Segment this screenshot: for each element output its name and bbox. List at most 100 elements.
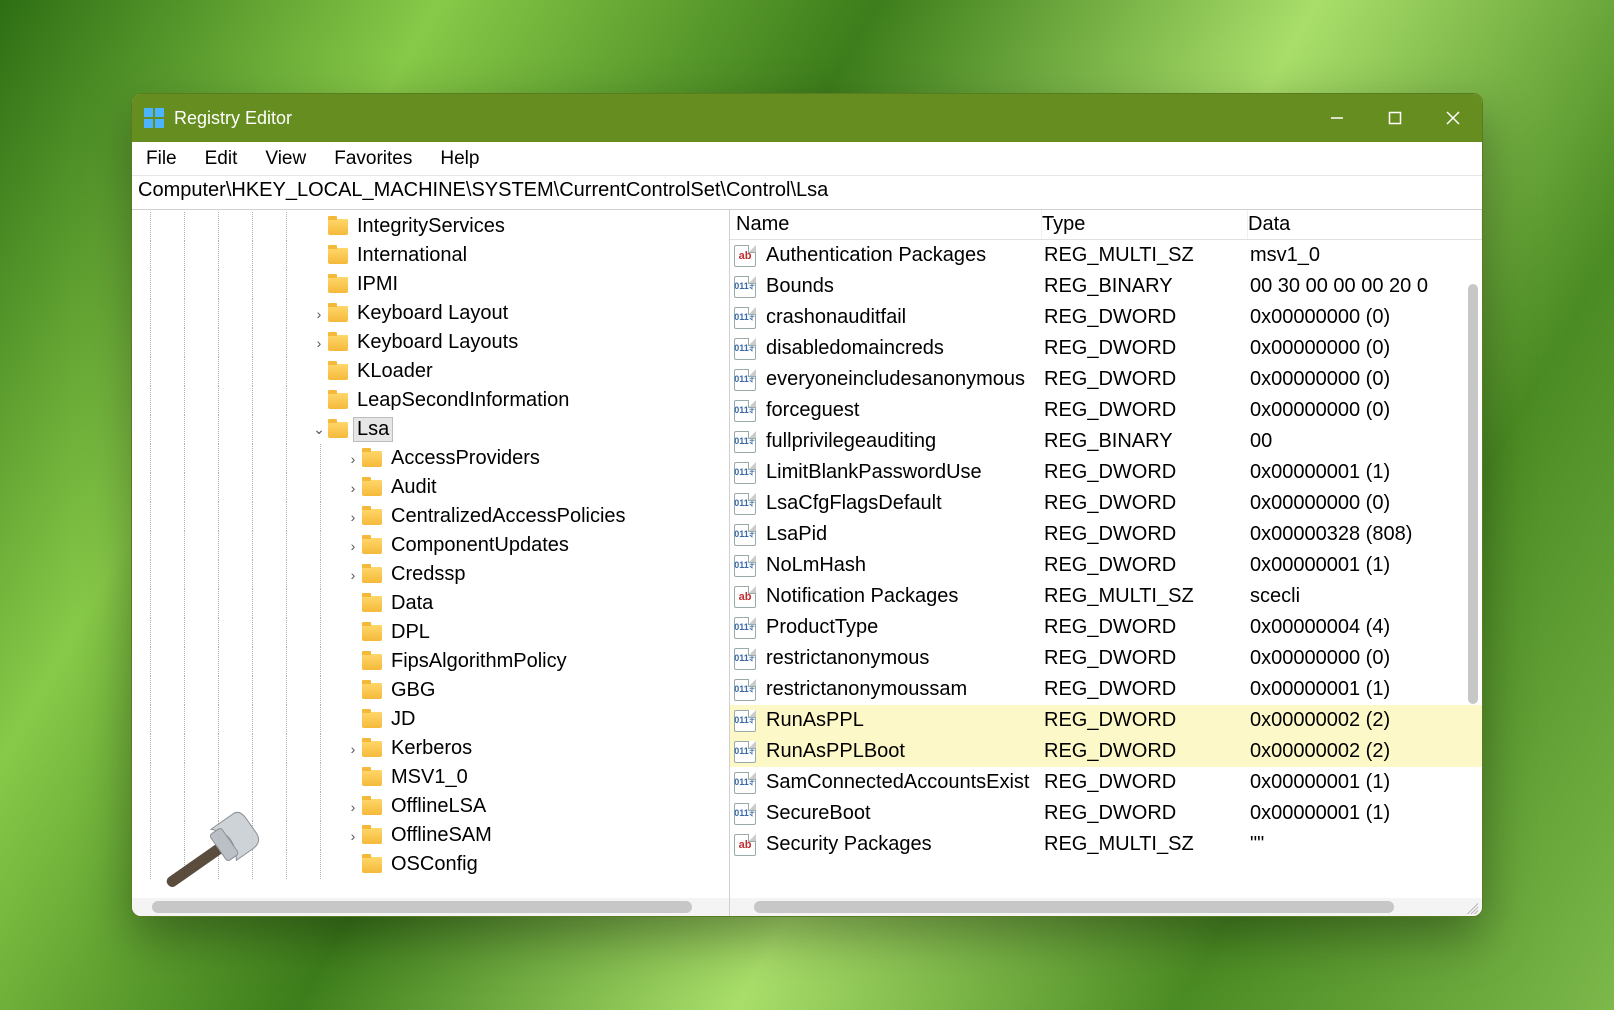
tree-item[interactable]: ›Kerberos <box>132 734 729 763</box>
tree-item[interactable]: ⌄Lsa <box>132 415 729 444</box>
value-row[interactable]: Authentication PackagesREG_MULTI_SZmsv1_… <box>730 240 1482 271</box>
tree-item[interactable]: IntegrityServices <box>132 212 729 241</box>
value-row[interactable]: LimitBlankPasswordUseREG_DWORD0x00000001… <box>730 457 1482 488</box>
value-row[interactable]: RunAsPPLREG_DWORD0x00000002 (2) <box>730 705 1482 736</box>
minimize-button[interactable] <box>1308 94 1366 142</box>
tree-item[interactable]: ›OfflineLSA <box>132 792 729 821</box>
registry-editor-window: Registry Editor File Edit View Favorites… <box>131 93 1483 917</box>
value-name: ProductType <box>760 616 1044 639</box>
value-type: REG_MULTI_SZ <box>1044 833 1250 856</box>
value-type: REG_BINARY <box>1044 275 1250 298</box>
value-name: restrictanonymoussam <box>760 678 1044 701</box>
menubar: File Edit View Favorites Help <box>132 142 1482 176</box>
tree-item[interactable]: › OfflineSAM <box>132 821 729 850</box>
binary-value-icon <box>734 803 756 825</box>
value-row[interactable]: LsaCfgFlagsDefaultREG_DWORD0x00000000 (0… <box>730 488 1482 519</box>
binary-value-icon <box>734 772 756 794</box>
tree-item-label: International <box>354 244 470 267</box>
value-row[interactable]: restrictanonymousREG_DWORD0x00000000 (0) <box>730 643 1482 674</box>
tree-item[interactable]: ›AccessProviders <box>132 444 729 473</box>
value-row[interactable]: SamConnectedAccountsExistREG_DWORD0x0000… <box>730 767 1482 798</box>
value-row[interactable]: everyoneincludesanonymousREG_DWORD0x0000… <box>730 364 1482 395</box>
tree-view[interactable]: IntegrityServicesInternationalIPMI›Keybo… <box>132 210 729 898</box>
tree-item[interactable]: International <box>132 241 729 270</box>
tree-item[interactable]: ›ComponentUpdates <box>132 531 729 560</box>
menu-view[interactable]: View <box>265 148 306 170</box>
chevron-right-icon[interactable]: › <box>344 741 362 757</box>
tree-item-label: Keyboard Layout <box>354 302 511 325</box>
value-type: REG_DWORD <box>1044 368 1250 391</box>
tree-item[interactable]: ›Keyboard Layouts <box>132 328 729 357</box>
tree-hscrollbar[interactable] <box>132 898 729 916</box>
chevron-right-icon[interactable]: › <box>310 335 328 351</box>
value-data: "" <box>1250 833 1482 856</box>
tree-item-label: OfflineSAM <box>388 824 495 847</box>
values-hscrollbar[interactable] <box>730 898 1482 916</box>
value-row[interactable]: forceguestREG_DWORD0x00000000 (0) <box>730 395 1482 426</box>
tree-item-label: KLoader <box>354 360 436 383</box>
value-row[interactable]: BoundsREG_BINARY00 30 00 00 00 20 0 <box>730 271 1482 302</box>
folder-icon <box>362 799 382 815</box>
tree-item[interactable]: OSConfig <box>132 850 729 879</box>
tree-item[interactable]: JD <box>132 705 729 734</box>
value-type: REG_DWORD <box>1044 523 1250 546</box>
tree-item[interactable]: ›Audit <box>132 473 729 502</box>
value-row[interactable]: fullprivilegeauditingREG_BINARY00 <box>730 426 1482 457</box>
column-header-data[interactable]: Data <box>1248 210 1482 239</box>
folder-icon <box>362 683 382 699</box>
tree-item[interactable]: › Keyboard Layout <box>132 299 729 328</box>
menu-help[interactable]: Help <box>440 148 479 170</box>
value-data: 0x00000001 (1) <box>1250 461 1482 484</box>
column-header-type[interactable]: Type <box>1042 210 1248 239</box>
tree-item[interactable]: ›Credssp <box>132 560 729 589</box>
resize-grip[interactable] <box>1464 900 1478 914</box>
chevron-right-icon[interactable]: › <box>344 828 362 844</box>
value-type: REG_DWORD <box>1044 616 1250 639</box>
tree-item[interactable]: LeapSecondInformation <box>132 386 729 415</box>
binary-value-icon <box>734 679 756 701</box>
values-vscrollbar[interactable] <box>1466 244 1480 894</box>
value-row[interactable]: SecureBootREG_DWORD0x00000001 (1) <box>730 798 1482 829</box>
value-row[interactable]: Notification PackagesREG_MULTI_SZscecli <box>730 581 1482 612</box>
close-button[interactable] <box>1424 94 1482 142</box>
tree-item[interactable]: MSV1_0 <box>132 763 729 792</box>
value-row[interactable]: disabledomaincredsREG_DWORD0x00000000 (0… <box>730 333 1482 364</box>
folder-icon <box>362 741 382 757</box>
value-row[interactable]: restrictanonymoussamREG_DWORD0x00000001 … <box>730 674 1482 705</box>
value-name: LsaPid <box>760 523 1044 546</box>
value-row[interactable]: LsaPidREG_DWORD0x00000328 (808) <box>730 519 1482 550</box>
column-header-name[interactable]: Name <box>730 210 1042 239</box>
chevron-right-icon[interactable]: › <box>344 538 362 554</box>
value-row[interactable]: Security PackagesREG_MULTI_SZ"" <box>730 829 1482 860</box>
tree-item[interactable]: GBG <box>132 676 729 705</box>
tree-item[interactable]: DPL <box>132 618 729 647</box>
tree-item[interactable]: ›CentralizedAccessPolicies <box>132 502 729 531</box>
value-row[interactable]: NoLmHashREG_DWORD0x00000001 (1) <box>730 550 1482 581</box>
menu-file[interactable]: File <box>146 148 177 170</box>
tree-item[interactable]: Data <box>132 589 729 618</box>
chevron-right-icon[interactable]: › <box>344 799 362 815</box>
values-list[interactable]: Authentication PackagesREG_MULTI_SZmsv1_… <box>730 240 1482 898</box>
chevron-right-icon[interactable]: › <box>344 509 362 525</box>
value-name: Security Packages <box>760 833 1044 856</box>
chevron-right-icon[interactable]: › <box>344 480 362 496</box>
value-row[interactable]: crashonauditfailREG_DWORD0x00000000 (0) <box>730 302 1482 333</box>
binary-value-icon <box>734 462 756 484</box>
menu-edit[interactable]: Edit <box>205 148 238 170</box>
value-row[interactable]: ProductTypeREG_DWORD0x00000004 (4) <box>730 612 1482 643</box>
chevron-down-icon[interactable]: ⌄ <box>310 421 328 438</box>
value-row[interactable]: RunAsPPLBootREG_DWORD0x00000002 (2) <box>730 736 1482 767</box>
maximize-button[interactable] <box>1366 94 1424 142</box>
tree-item-label: IPMI <box>354 273 401 296</box>
folder-icon <box>362 596 382 612</box>
menu-favorites[interactable]: Favorites <box>334 148 412 170</box>
tree-item-label: FipsAlgorithmPolicy <box>388 650 570 673</box>
address-bar[interactable]: Computer\HKEY_LOCAL_MACHINE\SYSTEM\Curre… <box>132 176 1482 210</box>
chevron-right-icon[interactable]: › <box>344 451 362 467</box>
titlebar[interactable]: Registry Editor <box>132 94 1482 142</box>
tree-item[interactable]: KLoader <box>132 357 729 386</box>
tree-item[interactable]: IPMI <box>132 270 729 299</box>
tree-item[interactable]: FipsAlgorithmPolicy <box>132 647 729 676</box>
chevron-right-icon[interactable]: › <box>344 567 362 583</box>
chevron-right-icon[interactable]: › <box>310 306 328 322</box>
